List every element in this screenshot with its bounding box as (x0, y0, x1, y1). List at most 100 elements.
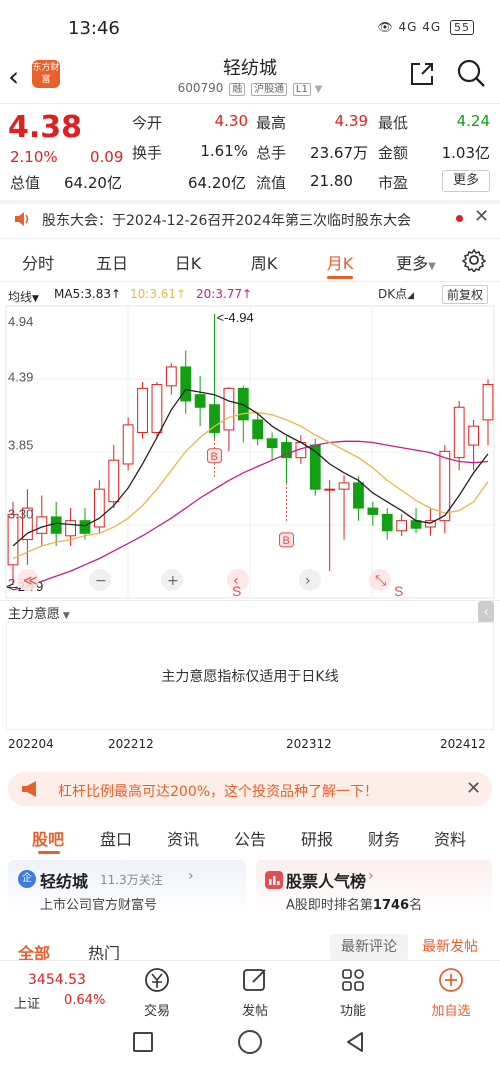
tab-indicator (327, 276, 353, 279)
dk-point-button[interactable]: DK点◢ (374, 285, 418, 302)
rank-desc-prefix: A股即时排名第 (286, 898, 373, 913)
dropdown-icon[interactable]: ▼ (315, 84, 323, 95)
tab-more[interactable]: 更多▼ (386, 250, 446, 274)
rank-desc: A股即时排名第1746名 (286, 894, 422, 913)
index-value[interactable]: 3454.53 (28, 972, 86, 988)
main-tab[interactable]: 公告 (220, 826, 280, 850)
recents-button[interactable] (133, 1032, 153, 1052)
divider (0, 600, 500, 601)
nav-add-watchlist[interactable]: 加自选 (421, 1000, 481, 1019)
main-tab[interactable]: 资料 (420, 826, 480, 850)
candle-body (194, 394, 206, 408)
home-button[interactable] (238, 1030, 262, 1054)
index-change: 0.64% (64, 993, 106, 1008)
candle-body (338, 482, 350, 490)
x-axis-label: 202312 (286, 737, 332, 751)
sub-indicator-select[interactable]: 主力意愿 ▼ (8, 603, 70, 622)
chevron-right-icon: › (188, 868, 194, 884)
candle-body (453, 406, 465, 459)
chevron-down-icon: ▼ (428, 261, 436, 272)
ma-label: 均线 (8, 290, 33, 304)
quote-value: 4.30 (214, 112, 248, 130)
nav-function[interactable]: 功能 (323, 1000, 383, 1019)
y-tick-label: 3.30 (8, 507, 33, 522)
divider (0, 200, 500, 204)
candle-body (65, 520, 76, 537)
notice-text[interactable]: 股东大会：于2024-12-26召开2024年第三次临时股东大会 (42, 210, 411, 230)
enterprise-badge-icon: 企 (18, 870, 36, 888)
more-quote-button[interactable]: 更多 (442, 170, 490, 192)
signal-icons: 👁 4G 4G (377, 20, 442, 34)
collapse-button[interactable]: ‹ (478, 601, 494, 623)
candle-body (108, 459, 120, 503)
y-tick-label: 4.39 (8, 369, 33, 384)
candle-body (223, 387, 235, 431)
main-tab[interactable]: 盘口 (86, 826, 146, 850)
buy-signal-label: B (211, 451, 218, 463)
close-icon[interactable]: ✕ (466, 778, 481, 799)
feed-sort-latest-comment[interactable]: 最新评论 (330, 934, 408, 960)
tab-five-day[interactable]: 五日 (82, 250, 142, 274)
quote-label: 总手 (256, 144, 287, 162)
tab-intraday[interactable]: 分时 (8, 250, 68, 274)
tab-weekly-k[interactable]: 周K (234, 250, 294, 274)
chevron-down-icon: ◢ (407, 291, 415, 301)
main-tab[interactable]: 财务 (354, 826, 414, 850)
candle-body (396, 520, 408, 532)
candle-body (468, 425, 480, 446)
close-icon[interactable]: ✕ (474, 206, 489, 227)
main-tab[interactable]: 研报 (287, 826, 347, 850)
quote-label: 总值 (10, 174, 41, 192)
tab-daily-k[interactable]: 日K (158, 250, 218, 274)
unread-dot (456, 215, 463, 222)
promo-text: 杠杆比例最高可达200%，这个投资品种了解一下！ (58, 784, 379, 800)
nav-post[interactable]: 发帖 (225, 1000, 285, 1019)
ma-indicator-select[interactable]: 均线▼ (8, 286, 39, 305)
y-tick-label: 4.94 (8, 314, 33, 329)
popularity-rank-card[interactable]: 股票人气榜 › A股即时排名第1746名 (256, 860, 492, 916)
quote-value: 1.03亿 (441, 144, 490, 162)
official-account-card[interactable]: 企 轻纺城 11.3万关注 › 上市公司官方财富号 (8, 860, 246, 916)
x-axis-label: 202204 (8, 737, 54, 751)
feed-sort-latest-post[interactable]: 最新发帖 (410, 934, 490, 960)
candle-body (482, 384, 494, 421)
share-icon[interactable] (408, 60, 436, 88)
tab-indicator (38, 851, 60, 854)
add-watchlist-icon[interactable] (437, 966, 465, 994)
chart-marks: <-4.94<-2.79BB≪−+‹›⤡SS (6, 310, 403, 599)
post-icon[interactable] (241, 966, 269, 994)
rank-desc-suffix: 名 (409, 898, 423, 913)
candle-body (79, 520, 91, 534)
buy-signal-label: B (282, 535, 289, 547)
main-tab[interactable]: 股吧 (18, 826, 78, 850)
sub-indicator-label: 主力意愿 (8, 607, 61, 622)
trade-icon[interactable] (143, 966, 171, 994)
back-nav-icon[interactable] (344, 1030, 366, 1054)
main-tab[interactable]: 资讯 (153, 826, 213, 850)
chevron-right-icon: › (368, 868, 374, 884)
gear-icon[interactable] (462, 248, 486, 272)
adjust-button[interactable]: 前复权 (442, 285, 489, 304)
quote-label: 换手 (132, 144, 163, 162)
quote-value: 64.20亿 (188, 174, 246, 192)
status-bar: 13:46 👁 4G 4G 55 (0, 0, 500, 52)
account-desc: 上市公司官方财富号 (40, 898, 158, 913)
quote-value: 1.61% (200, 142, 248, 160)
candle-body (180, 366, 192, 402)
nav-trade[interactable]: 交易 (127, 1000, 187, 1019)
account-name: 轻纺城 (40, 872, 89, 891)
candle-body (50, 516, 62, 534)
index-name: 上证 (14, 997, 41, 1012)
divider (0, 281, 500, 282)
search-icon[interactable] (456, 58, 486, 88)
divider (0, 238, 500, 239)
quote-label: 最低 (378, 114, 409, 132)
tab-monthly-k[interactable]: 月K (310, 250, 370, 274)
status-time: 13:46 (68, 18, 120, 39)
kline-chart[interactable]: 4.944.393.853.302.75 <-4.94<-2.79BB≪−+‹›… (0, 304, 500, 600)
function-icon[interactable] (339, 966, 367, 994)
chevron-down-icon: ▼ (60, 611, 70, 621)
sell-signal-label: S (394, 583, 403, 599)
change-percent: 2.10% (10, 148, 58, 166)
quote-label: 流值 (256, 174, 287, 192)
